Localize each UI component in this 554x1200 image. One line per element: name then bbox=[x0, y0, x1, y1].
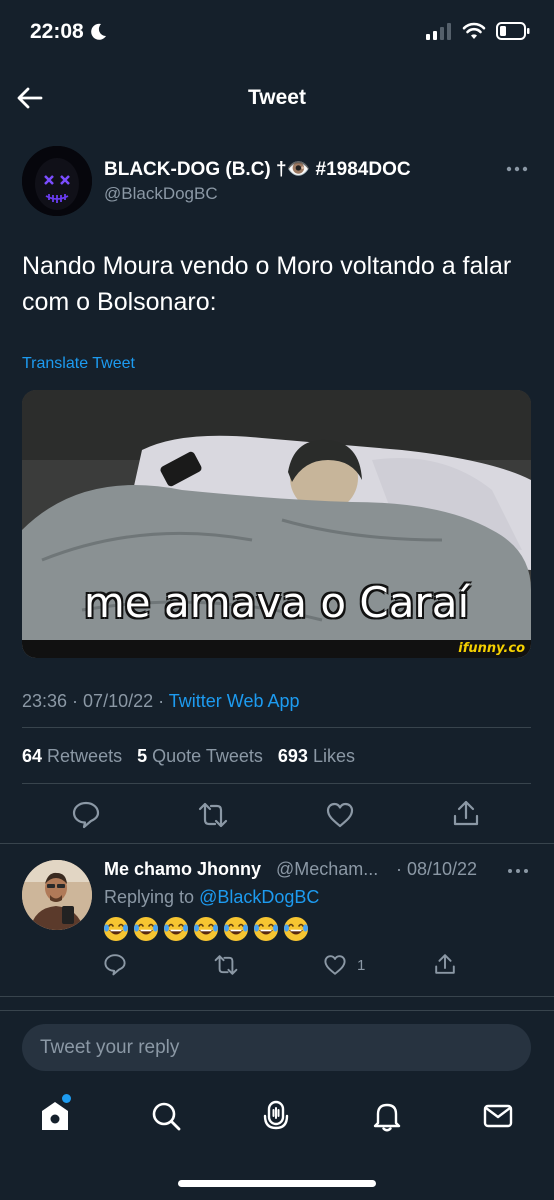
divider bbox=[0, 843, 554, 844]
purge-mask-avatar-image bbox=[22, 146, 92, 216]
heart-icon bbox=[324, 955, 346, 975]
reply-author-handle[interactable]: @Mecham... bbox=[276, 859, 378, 880]
translate-tweet-link[interactable]: Translate Tweet bbox=[22, 355, 135, 373]
battery-icon bbox=[496, 22, 530, 40]
like-button[interactable] bbox=[325, 800, 355, 830]
page-title: Tweet bbox=[248, 86, 306, 109]
home-icon bbox=[42, 1102, 68, 1130]
watermark-text: ifunny.co bbox=[458, 641, 525, 656]
author-handle[interactable]: @BlackDogBC bbox=[104, 184, 218, 204]
share-icon bbox=[435, 954, 455, 974]
nav-spaces[interactable] bbox=[259, 1099, 293, 1133]
person-photo bbox=[22, 860, 92, 930]
reply-share-button[interactable] bbox=[433, 952, 457, 976]
reply-input-placeholder: Tweet your reply bbox=[40, 1037, 180, 1058]
search-icon bbox=[152, 1102, 181, 1131]
laughing-crying-emoji-icon bbox=[224, 917, 248, 941]
meme-caption: me amava o Caraí bbox=[83, 578, 470, 627]
reply-reply-button[interactable] bbox=[103, 952, 127, 976]
more-horizontal-icon bbox=[506, 166, 528, 172]
tweet-stats: 64 Retweets 5 Quote Tweets 693 Likes bbox=[22, 746, 355, 767]
reply-icon bbox=[72, 801, 100, 829]
nav-notifications[interactable] bbox=[370, 1099, 404, 1133]
reply-more-button[interactable] bbox=[506, 864, 530, 878]
spaces-microphone-icon bbox=[263, 1100, 289, 1130]
quote-tweets-stat[interactable]: 5 Quote Tweets bbox=[137, 746, 263, 766]
laughing-crying-emoji-icon bbox=[164, 917, 188, 941]
reply-avatar[interactable] bbox=[22, 860, 92, 930]
laughing-crying-emoji-icon bbox=[134, 917, 158, 941]
reply-button[interactable] bbox=[71, 799, 101, 829]
tweet-date: 07/10/22 bbox=[83, 691, 154, 711]
home-indicator bbox=[178, 1180, 376, 1187]
reply-author-name[interactable]: Me chamo Jhonny bbox=[104, 859, 261, 880]
reply-date: · 08/10/22 bbox=[396, 859, 478, 879]
notification-dot bbox=[62, 1094, 71, 1103]
reply-retweet-button[interactable] bbox=[214, 953, 238, 977]
divider bbox=[22, 783, 531, 784]
retweet-button[interactable] bbox=[198, 800, 228, 830]
wifi-icon bbox=[462, 22, 486, 39]
likes-stat[interactable]: 693 Likes bbox=[278, 746, 355, 766]
heart-icon bbox=[326, 802, 354, 828]
signal-icon bbox=[426, 23, 451, 40]
more-horizontal-icon bbox=[508, 869, 528, 873]
nav-messages[interactable] bbox=[481, 1099, 515, 1133]
divider bbox=[22, 727, 531, 728]
divider bbox=[0, 1010, 554, 1011]
avatar[interactable] bbox=[22, 146, 92, 216]
tweet-timestamp: 23:36 · 07/10/22 · Twitter Web App bbox=[22, 691, 300, 711]
laughing-crying-emoji-icon bbox=[284, 917, 308, 941]
tweet-source-link[interactable]: Twitter Web App bbox=[169, 691, 300, 711]
replying-to-line: Replying to @BlackDogBC bbox=[104, 887, 320, 907]
reply-like-button[interactable] bbox=[323, 953, 347, 977]
moon-icon bbox=[90, 23, 106, 40]
tweet-time: 23:36 bbox=[22, 691, 68, 711]
envelope-icon bbox=[483, 1104, 513, 1128]
retweet-icon bbox=[198, 802, 228, 828]
bell-icon bbox=[373, 1103, 401, 1132]
retweets-stat[interactable]: 64 Retweets bbox=[22, 746, 122, 766]
status-time: 22:08 bbox=[30, 20, 108, 44]
more-options-button[interactable] bbox=[502, 160, 532, 178]
reply-like-count: 1 bbox=[357, 957, 366, 974]
tweet-text: Nando Moura vendo o Moro voltando a fala… bbox=[22, 252, 512, 316]
status-icons bbox=[426, 22, 530, 40]
status-time-text: 22:08 bbox=[30, 20, 84, 43]
laughing-crying-emoji-icon bbox=[194, 917, 218, 941]
share-icon bbox=[453, 800, 479, 826]
divider bbox=[0, 996, 554, 997]
author-name[interactable]: BLACK-DOG (B.C) †👁️ #1984DOC bbox=[104, 157, 411, 181]
nav-search[interactable] bbox=[149, 1099, 183, 1133]
replying-to-mention[interactable]: @BlackDogBC bbox=[199, 887, 319, 907]
tweet-media-image[interactable]: me amava o Caraí ifunny.co bbox=[22, 390, 531, 658]
reply-icon bbox=[104, 954, 126, 976]
nav-home[interactable] bbox=[38, 1099, 72, 1133]
share-button[interactable] bbox=[451, 798, 481, 828]
reply-text-emojis bbox=[102, 915, 310, 943]
laughing-crying-emoji-icon bbox=[104, 917, 128, 941]
reply-input[interactable]: Tweet your reply bbox=[22, 1024, 531, 1071]
retweet-icon bbox=[214, 955, 238, 975]
laughing-crying-emoji-icon bbox=[254, 917, 278, 941]
